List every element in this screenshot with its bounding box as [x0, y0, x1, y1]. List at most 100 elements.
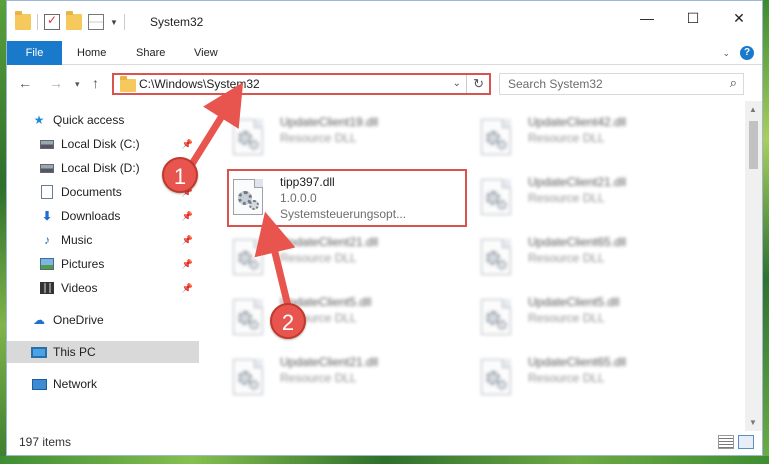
dll-file-icon — [233, 119, 263, 155]
file-type: Resource DLL — [280, 131, 357, 145]
sidebar-item-label: Downloads — [61, 209, 121, 223]
recent-locations-chevron-icon[interactable]: ▾ — [75, 79, 80, 90]
file-name: UpdateClient21.dll — [280, 235, 379, 249]
search-input[interactable]: Search System32 — [508, 77, 603, 91]
music-icon: ♪ — [44, 233, 50, 247]
sidebar-item-onedrive[interactable]: ☁ OneDrive — [7, 309, 199, 331]
up-arrow-icon[interactable]: ↑ — [92, 75, 99, 91]
sidebar-item-music[interactable]: ♪ Music 📌 — [7, 229, 199, 251]
sidebar-item-this-pc[interactable]: This PC — [7, 341, 199, 363]
file-item[interactable]: UpdateClient65.dll Resource DLL — [453, 347, 683, 403]
toolbar-divider — [123, 14, 125, 30]
file-item[interactable]: UpdateClient21.dll Resource DLL — [205, 227, 435, 283]
tab-share[interactable]: Share — [136, 41, 165, 65]
file-type: Resource DLL — [528, 251, 605, 265]
sidebar-item-label: Local Disk (C:) — [61, 137, 140, 151]
forward-arrow-icon[interactable]: → — [49, 75, 63, 91]
file-type: Resource DLL — [528, 311, 605, 325]
sidebar-item-label: Local Disk (D:) — [61, 161, 140, 175]
help-icon[interactable]: ? — [740, 46, 754, 60]
customize-toolbar-chevron-icon[interactable]: ▼ — [110, 18, 118, 27]
scrollbar-thumb[interactable] — [749, 121, 758, 169]
file-item[interactable]: UpdateClient65.dll Resource DLL — [453, 227, 683, 283]
file-item[interactable]: UpdateClient21.dll Resource DLL — [453, 167, 683, 223]
explorer-window: ▼ System32 — ☐ ✕ File Home Share View ⌄ … — [6, 0, 763, 456]
refresh-icon[interactable]: ↻ — [473, 76, 484, 92]
file-item[interactable]: UpdateClient21.dll Resource DLL — [205, 347, 435, 403]
sidebar-item-label: Pictures — [61, 257, 105, 271]
drive-icon — [39, 160, 55, 176]
highlight-box — [227, 169, 467, 227]
back-arrow-icon[interactable]: ← — [18, 75, 32, 91]
folder-icon[interactable] — [15, 11, 31, 30]
network-icon — [31, 376, 47, 392]
file-name: UpdateClient65.dll — [528, 235, 627, 249]
status-bar: 197 items — [7, 431, 762, 455]
file-type: Resource DLL — [528, 191, 605, 205]
search-icon[interactable]: ⌕ — [730, 75, 737, 91]
navigation-bar: ← → ▾ ↑ C:\Windows\System32 ⌄ ↻ Search S… — [7, 65, 762, 101]
cloud-icon: ☁ — [33, 313, 45, 327]
pin-icon[interactable]: 📌 — [182, 139, 193, 150]
vertical-scrollbar[interactable]: ▲ ▼ — [745, 101, 762, 431]
file-item[interactable]: UpdateClient5.dll Resource DLL — [453, 287, 683, 343]
pin-icon[interactable]: 📌 — [182, 259, 193, 270]
file-item[interactable]: UpdateClient19.dll Resource DLL — [205, 107, 435, 163]
videos-icon — [39, 280, 55, 296]
address-divider — [466, 75, 467, 93]
dll-file-icon — [233, 359, 263, 395]
sidebar-item-downloads[interactable]: ⬇ Downloads 📌 — [7, 205, 199, 227]
sidebar-item-label: Music — [61, 233, 93, 247]
sidebar-item-network[interactable]: Network — [7, 373, 199, 395]
sidebar-item-quick-access[interactable]: ★ Quick access — [7, 109, 199, 131]
address-dropdown-chevron-icon[interactable]: ⌄ — [453, 78, 461, 89]
file-name: UpdateClient5.dll — [528, 295, 620, 309]
sidebar-item-label: Network — [53, 377, 98, 391]
star-icon: ★ — [33, 113, 45, 127]
scroll-down-icon[interactable]: ▼ — [749, 418, 757, 427]
file-item[interactable]: UpdateClient42.dll Resource DLL — [453, 107, 683, 163]
window-title: System32 — [150, 15, 204, 29]
minimize-button[interactable]: — — [624, 1, 670, 35]
search-box[interactable]: Search System32 ⌕ — [499, 73, 744, 95]
new-folder-icon[interactable] — [66, 11, 82, 30]
file-item[interactable]: UpdateClient5.dll Resource DLL — [205, 287, 435, 343]
dll-file-icon — [481, 299, 511, 335]
background-right — [763, 0, 769, 464]
file-name: UpdateClient21.dll — [280, 355, 379, 369]
maximize-button[interactable]: ☐ — [670, 1, 716, 35]
sidebar-item-label: This PC — [53, 345, 96, 359]
window-controls: — ☐ ✕ — [624, 1, 762, 35]
tab-view[interactable]: View — [194, 41, 218, 65]
pin-icon[interactable]: 📌 — [182, 211, 193, 222]
file-name: UpdateClient42.dll — [528, 115, 627, 129]
file-name: UpdateClient21.dll — [528, 175, 627, 189]
file-type: Resource DLL — [280, 251, 357, 265]
tiles-view-icon[interactable] — [738, 435, 754, 449]
file-type: Resource DLL — [528, 371, 605, 385]
tab-home[interactable]: Home — [77, 41, 106, 65]
navigation-pane: ★ Quick access Local Disk (C:) 📌 Local D… — [7, 105, 199, 421]
properties-icon[interactable] — [88, 14, 104, 30]
sidebar-item-local-disk-c[interactable]: Local Disk (C:) 📌 — [7, 133, 199, 155]
dll-file-icon — [481, 359, 511, 395]
properties-check-icon[interactable] — [44, 13, 60, 30]
scroll-up-icon[interactable]: ▲ — [749, 105, 757, 114]
sidebar-item-label: Documents — [61, 185, 122, 199]
details-view-icon[interactable] — [718, 435, 734, 449]
file-type: Resource DLL — [528, 131, 605, 145]
sidebar-item-pictures[interactable]: Pictures 📌 — [7, 253, 199, 275]
sidebar-item-label: OneDrive — [53, 313, 104, 327]
close-button[interactable]: ✕ — [716, 1, 762, 35]
pin-icon[interactable]: 📌 — [182, 283, 193, 294]
title-bar: ▼ System32 — ☐ ✕ — [7, 1, 762, 41]
callout-badge-2: 2 — [270, 303, 306, 339]
expand-ribbon-chevron-icon[interactable]: ⌄ — [722, 48, 730, 59]
pin-icon[interactable]: 📌 — [182, 235, 193, 246]
dll-file-icon — [233, 299, 263, 335]
sidebar-item-videos[interactable]: Videos 📌 — [7, 277, 199, 299]
address-bar[interactable]: C:\Windows\System32 ⌄ ↻ — [112, 73, 491, 95]
sidebar-item-label: Videos — [61, 281, 98, 295]
callout-badge-1: 1 — [162, 157, 198, 193]
address-path[interactable]: C:\Windows\System32 — [139, 77, 260, 91]
